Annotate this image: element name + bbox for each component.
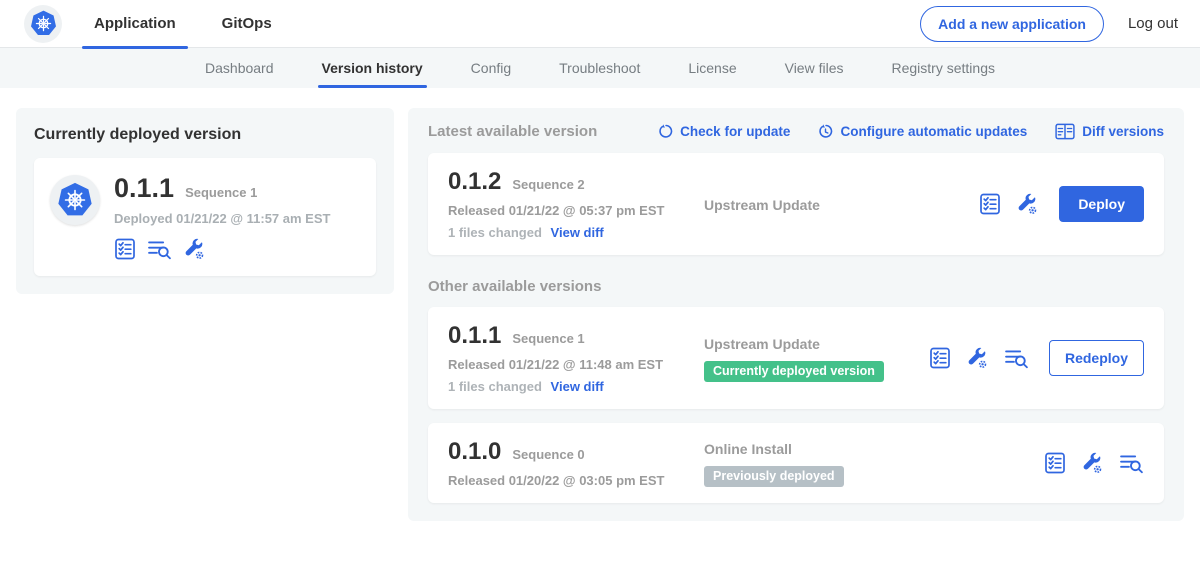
released-timestamp: Released 01/21/22 @ 11:48 am EST [448, 357, 704, 372]
version-number: 0.1.0 [448, 438, 501, 466]
source-label: Upstream Update [704, 336, 820, 352]
current-sequence-label: Sequence 1 [185, 185, 257, 200]
sequence-label: Sequence 2 [512, 177, 584, 192]
released-timestamp: Released 01/21/22 @ 05:37 pm EST [448, 203, 704, 218]
sequence-label: Sequence 0 [512, 447, 584, 462]
view-diff-link[interactable]: View diff [551, 379, 604, 394]
version-source: Upstream Update [704, 195, 979, 213]
files-changed-count: 1 files changed [448, 225, 542, 240]
schedule-update-icon [818, 124, 833, 139]
app-logo [24, 5, 62, 43]
preflight-checklist-icon[interactable] [1044, 451, 1066, 475]
tab-registry-settings[interactable]: Registry settings [892, 48, 995, 88]
tab-troubleshoot[interactable]: Troubleshoot [559, 48, 640, 88]
tab-dashboard[interactable]: Dashboard [205, 48, 274, 88]
edit-config-icon[interactable] [1081, 452, 1104, 475]
kubernetes-logo-icon [57, 182, 93, 218]
deploy-logs-icon[interactable] [147, 239, 172, 260]
currently-deployed-title: Currently deployed version [34, 126, 376, 144]
version-row-actions: Deploy [979, 186, 1144, 222]
version-row-actions: Redeploy [929, 340, 1144, 376]
redeploy-button[interactable]: Redeploy [1049, 340, 1144, 376]
deploy-button[interactable]: Deploy [1059, 186, 1144, 222]
app-avatar [50, 175, 100, 225]
files-changed: 1 files changed View diff [448, 225, 704, 240]
current-version-actions [114, 237, 330, 261]
tab-version-history[interactable]: Version history [322, 48, 423, 88]
app-subnav: Dashboard Version history Config Trouble… [0, 48, 1200, 88]
latest-version-title: Latest available version [428, 123, 658, 140]
diff-versions-label: Diff versions [1082, 124, 1164, 139]
app-header: Application GitOps Add a new application… [0, 0, 1200, 48]
current-version-number: 0.1.1 [114, 173, 174, 204]
currently-deployed-panel: Currently deployed version 0.1.1 Sequenc… [16, 108, 394, 294]
view-diff-link[interactable]: View diff [551, 225, 604, 240]
currently-deployed-card: 0.1.1 Sequence 1 Deployed 01/21/22 @ 11:… [34, 158, 376, 276]
version-info: 0.1.1 Sequence 1 Released 01/21/22 @ 11:… [448, 322, 704, 394]
version-row-0-1-1: 0.1.1 Sequence 1 Released 01/21/22 @ 11:… [428, 307, 1164, 409]
check-for-update-label: Check for update [680, 124, 790, 139]
tab-gitops[interactable]: GitOps [220, 0, 274, 48]
add-new-application-button[interactable]: Add a new application [920, 6, 1104, 42]
version-row-0-1-0: 0.1.0 Sequence 0 Released 01/20/22 @ 03:… [428, 423, 1164, 503]
preflight-checklist-icon[interactable] [979, 192, 1001, 216]
deploy-logs-icon[interactable] [1004, 348, 1029, 369]
kubernetes-logo-icon [30, 10, 57, 37]
edit-config-icon[interactable] [1016, 193, 1039, 216]
previously-deployed-badge: Previously deployed [704, 466, 844, 488]
version-info: 0.1.0 Sequence 0 Released 01/20/22 @ 03:… [448, 438, 704, 488]
version-number: 0.1.1 [448, 322, 501, 350]
version-info: 0.1.2 Sequence 2 Released 01/21/22 @ 05:… [448, 168, 704, 240]
refresh-icon [658, 124, 673, 139]
version-row-actions [1044, 451, 1144, 475]
version-source: Online Install Previously deployed [704, 439, 1044, 488]
tab-config[interactable]: Config [471, 48, 511, 88]
logout-button[interactable]: Log out [1128, 15, 1178, 32]
other-versions-title: Other available versions [428, 278, 1164, 295]
configure-automatic-updates-label: Configure automatic updates [840, 124, 1027, 139]
check-for-update-link[interactable]: Check for update [658, 123, 790, 140]
latest-version-header: Latest available version Check for updat… [428, 123, 1164, 140]
diff-versions-link[interactable]: Diff versions [1055, 123, 1164, 140]
preflight-checklist-icon[interactable] [114, 237, 136, 261]
configure-automatic-updates-link[interactable]: Configure automatic updates [818, 123, 1027, 140]
files-changed: 1 files changed View diff [448, 379, 704, 394]
files-changed-count: 1 files changed [448, 379, 542, 394]
source-label: Upstream Update [704, 197, 820, 213]
version-actions: Check for update Configure automatic upd… [658, 123, 1164, 140]
tab-license[interactable]: License [688, 48, 736, 88]
version-number: 0.1.2 [448, 168, 501, 196]
deploy-logs-icon[interactable] [1119, 453, 1144, 474]
preflight-checklist-icon[interactable] [929, 346, 951, 370]
main-content: Currently deployed version 0.1.1 Sequenc… [0, 88, 1200, 521]
header-tabs: Application GitOps [92, 0, 316, 48]
edit-config-icon[interactable] [183, 238, 206, 261]
version-source: Upstream Update Currently deployed versi… [704, 334, 929, 383]
edit-config-icon[interactable] [966, 347, 989, 370]
current-version-body: 0.1.1 Sequence 1 Deployed 01/21/22 @ 11:… [114, 173, 330, 261]
version-history-panel: Latest available version Check for updat… [408, 108, 1184, 521]
released-timestamp: Released 01/20/22 @ 03:05 pm EST [448, 473, 704, 488]
current-deployed-timestamp: Deployed 01/21/22 @ 11:57 am EST [114, 211, 330, 226]
tab-application[interactable]: Application [92, 0, 178, 48]
diff-versions-icon [1055, 123, 1075, 140]
version-row-0-1-2: 0.1.2 Sequence 2 Released 01/21/22 @ 05:… [428, 153, 1164, 255]
sequence-label: Sequence 1 [512, 331, 584, 346]
currently-deployed-badge: Currently deployed version [704, 361, 884, 383]
source-label: Online Install [704, 441, 792, 457]
tab-view-files[interactable]: View files [785, 48, 844, 88]
